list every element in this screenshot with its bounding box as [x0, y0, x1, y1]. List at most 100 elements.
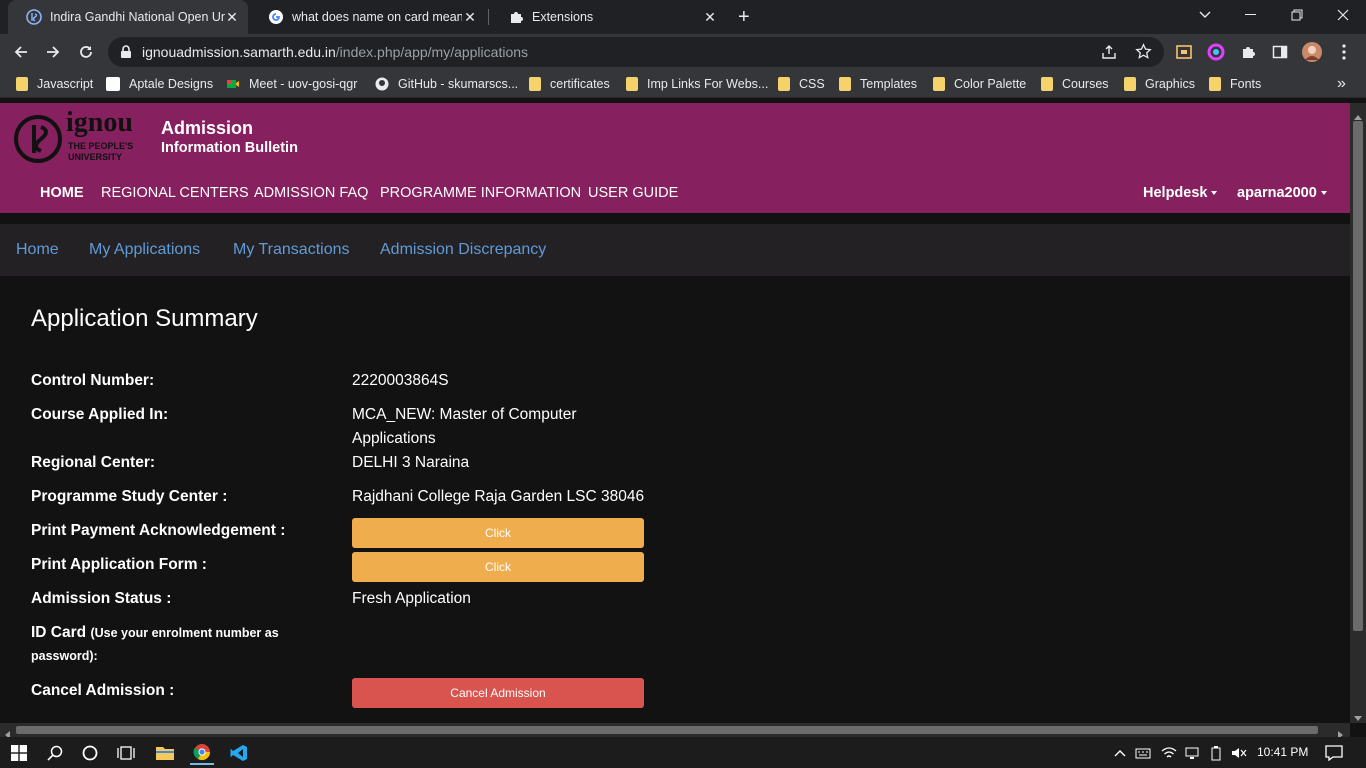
folder-icon — [778, 77, 790, 91]
new-tab-button[interactable]: + — [738, 6, 750, 29]
bookmark-github[interactable]: GitHub - skumarscs... — [375, 75, 518, 93]
tab-title: Indira Gandhi National Open Uni — [50, 10, 225, 24]
course-value: MCA_NEW: Master of Computer Applications — [352, 403, 577, 451]
restore-icon[interactable] — [1274, 0, 1320, 30]
task-view-icon[interactable] — [114, 741, 138, 765]
extensions-puzzle-icon[interactable] — [1237, 41, 1259, 63]
url-text[interactable]: ignouadmission.samarth.edu.in/index.php/… — [142, 44, 528, 60]
horizontal-scroll-thumb[interactable] — [16, 726, 1318, 734]
scroll-down-arrow-icon[interactable] — [1354, 709, 1362, 727]
close-icon[interactable]: ✕ — [462, 9, 478, 25]
study-center-label: Programme Study Center : — [31, 488, 228, 505]
ignou-logo[interactable]: ignou THE PEOPLE'S UNIVERSITY — [14, 107, 134, 163]
web-page: ignou THE PEOPLE'S UNIVERSITY Admission … — [0, 103, 1350, 723]
notification-center-icon[interactable] — [1322, 741, 1346, 765]
print-form-button[interactable]: Click — [352, 552, 644, 582]
close-icon[interactable]: ✕ — [702, 9, 718, 25]
show-hidden-icons-chevron-icon[interactable] — [1108, 741, 1132, 765]
taskbar-clock[interactable]: 10:41 PM — [1257, 745, 1308, 759]
page-title: Application Summary — [31, 305, 258, 332]
windows-start-icon[interactable] — [7, 741, 31, 765]
nav-regional-centers[interactable]: REGIONAL CENTERS — [101, 185, 249, 201]
subnav-my-applications[interactable]: My Applications — [89, 241, 200, 259]
minimize-icon[interactable] — [1228, 0, 1274, 30]
subnav-admission-discrepancy[interactable]: Admission Discrepancy — [380, 241, 546, 259]
bookmark-imp-links[interactable]: Imp Links For Webs... — [626, 75, 768, 93]
battery-icon[interactable] — [1204, 741, 1228, 765]
tab-ignou[interactable]: Indira Gandhi National Open Uni ✕ — [8, 0, 248, 34]
reload-icon[interactable] — [73, 39, 99, 65]
ignou-favicon-icon — [26, 9, 42, 25]
bookmarks-bar: Javascript Aptale Designs Meet - uov-gos… — [0, 70, 1366, 98]
folder-icon — [1041, 77, 1053, 91]
color-picker-extension-icon[interactable] — [1205, 41, 1227, 63]
nav-programme-information[interactable]: PROGRAMME INFORMATION — [380, 185, 581, 201]
bookmark-courses[interactable]: Courses — [1041, 75, 1109, 93]
folder-icon — [1124, 77, 1136, 91]
lock-icon[interactable] — [120, 45, 132, 64]
tab-search-chevron-icon[interactable] — [1182, 0, 1228, 30]
search-icon[interactable] — [43, 741, 67, 765]
bookmark-label: certificates — [550, 77, 610, 91]
nav-home[interactable]: HOME — [40, 185, 84, 201]
profile-avatar-icon[interactable] — [1301, 41, 1323, 63]
bookmark-fonts[interactable]: Fonts — [1209, 75, 1261, 93]
close-icon[interactable]: ✕ — [224, 9, 240, 25]
admission-status-label: Admission Status : — [31, 590, 172, 607]
cortana-icon[interactable] — [78, 741, 102, 765]
address-bar[interactable]: ignouadmission.samarth.edu.in/index.php/… — [108, 37, 1164, 67]
bookmark-meet[interactable]: Meet - uov-gosi-qgr — [226, 75, 357, 93]
tab-extensions[interactable]: Extensions ✕ — [490, 0, 726, 34]
kebab-menu-icon[interactable] — [1333, 41, 1355, 63]
nav-user-guide[interactable]: USER GUIDE — [588, 185, 678, 201]
print-payment-button[interactable]: Click — [352, 518, 644, 548]
screen-capture-extension-icon[interactable] — [1173, 41, 1195, 63]
network-icon[interactable] — [1180, 741, 1204, 765]
bookmark-certificates[interactable]: certificates — [529, 75, 610, 93]
chrome-taskbar-icon[interactable] — [190, 741, 214, 765]
nav-admission-faq[interactable]: ADMISSION FAQ — [254, 185, 368, 201]
bookmark-javascript[interactable]: Javascript — [16, 75, 93, 93]
share-icon[interactable] — [1101, 44, 1117, 65]
bookmark-aptale-designs[interactable]: Aptale Designs — [106, 75, 213, 93]
file-explorer-icon[interactable] — [153, 741, 177, 765]
forward-arrow-icon[interactable] — [40, 39, 66, 65]
sub-navigation: Home My Applications My Transactions Adm… — [0, 224, 1350, 276]
folder-icon — [839, 77, 851, 91]
bookmark-css[interactable]: CSS — [778, 75, 825, 93]
folder-icon — [16, 77, 28, 91]
bookmark-label: Templates — [860, 77, 917, 91]
tab-separator — [488, 9, 489, 25]
volume-muted-icon[interactable] — [1227, 741, 1251, 765]
side-panel-icon[interactable] — [1269, 41, 1291, 63]
bookmark-color-palette[interactable]: Color Palette — [933, 75, 1026, 93]
back-arrow-icon[interactable] — [8, 39, 34, 65]
helpdesk-dropdown[interactable]: Helpdesk — [1143, 185, 1218, 201]
logo-tagline: UNIVERSITY — [68, 152, 123, 162]
bookmark-graphics[interactable]: Graphics — [1124, 75, 1195, 93]
cancel-admission-button[interactable]: Cancel Admission — [352, 678, 644, 708]
user-dropdown[interactable]: aparna2000 — [1237, 185, 1327, 201]
course-value-line: MCA_NEW: Master of Computer — [352, 406, 577, 423]
keyboard-icon[interactable] — [1131, 741, 1155, 765]
vertical-scroll-thumb[interactable] — [1353, 121, 1363, 631]
bookmark-templates[interactable]: Templates — [839, 75, 917, 93]
tab-title: what does name on card mean - — [292, 10, 462, 24]
star-bookmark-icon[interactable] — [1135, 43, 1152, 65]
tab-google-search[interactable]: what does name on card mean - ✕ — [250, 0, 486, 34]
horizontal-scrollbar[interactable] — [0, 723, 1350, 739]
wifi-icon[interactable] — [1157, 741, 1181, 765]
vscode-icon[interactable] — [227, 741, 251, 765]
subnav-my-transactions[interactable]: My Transactions — [233, 241, 349, 259]
site-subtitle: Information Bulletin — [161, 140, 298, 156]
browser-toolbar: ignouadmission.samarth.edu.in/index.php/… — [0, 34, 1366, 70]
vertical-scrollbar[interactable] — [1350, 103, 1366, 723]
close-window-icon[interactable] — [1320, 0, 1366, 30]
bookmark-label: GitHub - skumarscs... — [398, 77, 519, 91]
subnav-home[interactable]: Home — [16, 241, 59, 259]
folder-icon — [933, 77, 945, 91]
more-bookmarks-chevron-icon[interactable]: » — [1337, 75, 1346, 93]
bookmark-label: CSS — [799, 77, 825, 91]
bookmark-label: Fonts — [1230, 77, 1262, 91]
username-label: aparna2000 — [1237, 185, 1317, 201]
